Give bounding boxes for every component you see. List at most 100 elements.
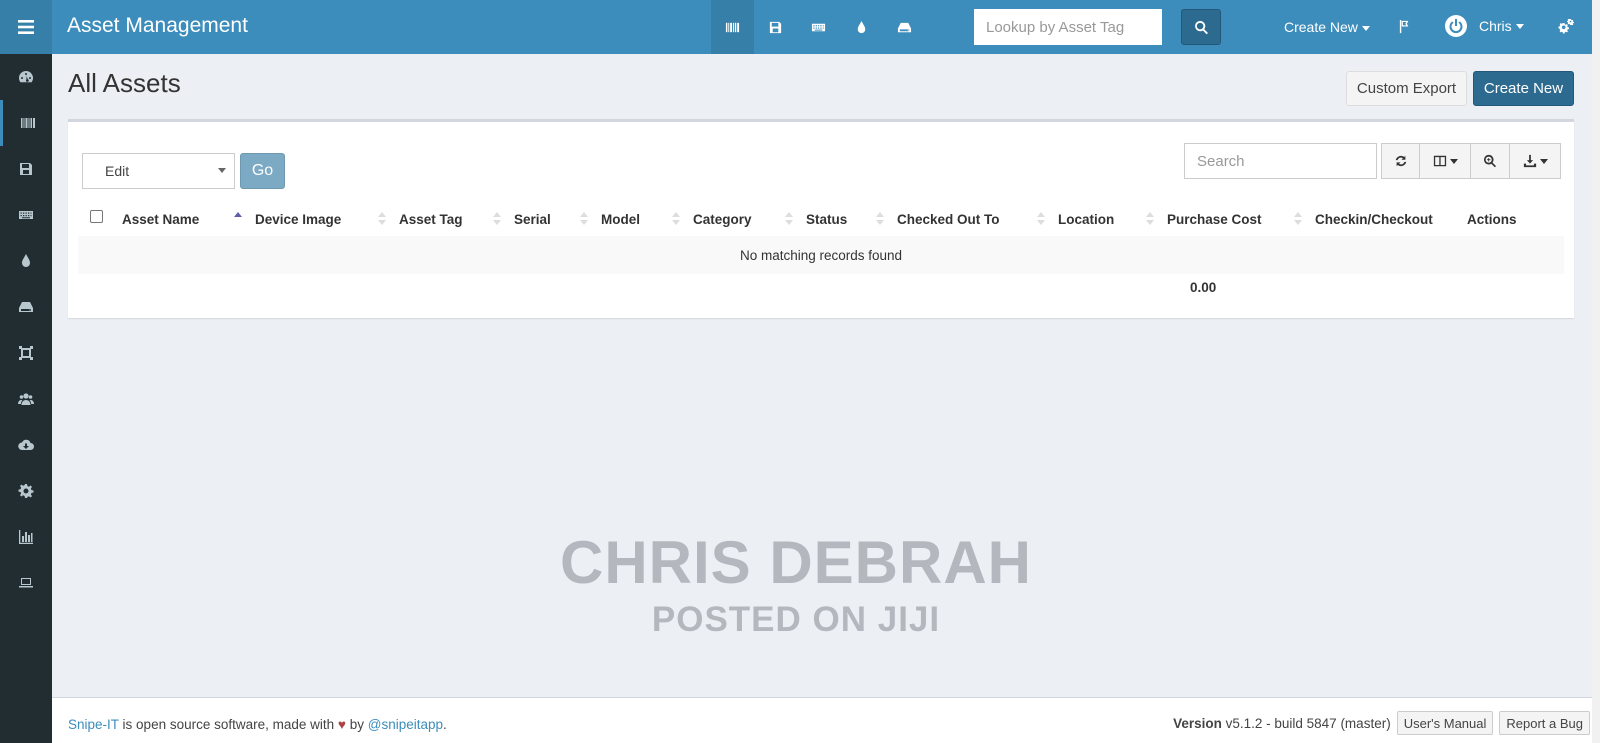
lookup-search-button[interactable] — [1181, 9, 1221, 45]
chevron-down-icon — [1515, 23, 1524, 29]
watermark-line-1: CHRIS DEBRAH — [0, 528, 1600, 597]
empty-table-message: No matching records found — [78, 236, 1564, 274]
export-button[interactable] — [1509, 143, 1561, 179]
column-location[interactable]: Location — [1058, 206, 1114, 236]
version-value: v5.1.2 - build 5847 (master) — [1225, 715, 1391, 731]
refresh-icon — [1395, 155, 1406, 167]
sidebar-item-components[interactable] — [0, 284, 52, 330]
admin-settings-toggle[interactable] — [1558, 18, 1574, 40]
column-purchase-cost[interactable]: Purchase Cost — [1167, 206, 1262, 236]
alerts-flag[interactable] — [1398, 19, 1413, 39]
sidebar-item-settings[interactable] — [0, 468, 52, 514]
column-status[interactable]: Status — [806, 206, 847, 236]
watermark-text-2: POSTED ON JIJI — [651, 600, 941, 639]
footer-period: . — [443, 717, 447, 732]
sort-icon — [1146, 212, 1154, 228]
column-serial[interactable]: Serial — [514, 206, 551, 236]
assets-table-box: Edit Go Asset Name Device Image Asset Ta… — [68, 119, 1574, 318]
footer-version-area: Version v5.1.2 - build 5847 (master) Use… — [1173, 711, 1590, 735]
watermark-line-2: POSTED ON JIJI — [0, 600, 1600, 640]
refresh-button[interactable] — [1381, 143, 1420, 179]
purchase-cost-total: 0.00 — [1190, 280, 1217, 295]
custom-export-button[interactable]: Custom Export — [1346, 71, 1467, 106]
create-new-button[interactable]: Create New — [1473, 71, 1574, 106]
sort-icon — [1294, 212, 1302, 228]
sidebar-item-kits[interactable] — [0, 330, 52, 376]
user-menu[interactable]: Chris — [1445, 15, 1524, 37]
table-search-input[interactable] — [1184, 143, 1377, 179]
footer-by: by — [349, 717, 364, 732]
asset-tag-lookup-input[interactable] — [974, 9, 1162, 45]
sidebar-item-accessories[interactable] — [0, 192, 52, 238]
sidebar-item-people[interactable] — [0, 376, 52, 422]
avatar — [1445, 15, 1467, 37]
quick-link-accessories[interactable] — [797, 0, 840, 54]
quick-link-licenses[interactable] — [754, 0, 797, 54]
quick-link-assets[interactable] — [711, 0, 754, 54]
quick-link-consumables[interactable] — [840, 0, 883, 54]
zoom-in-icon — [1484, 154, 1497, 168]
footer-credits: Snipe-IT is open source software, made w… — [68, 717, 447, 732]
columns-icon — [1433, 155, 1446, 167]
sort-asc-icon — [234, 212, 242, 228]
version-label: Version — [1173, 715, 1222, 731]
gears-icon — [1558, 18, 1574, 34]
column-device-image[interactable]: Device Image — [255, 206, 341, 236]
advanced-search-button[interactable] — [1470, 143, 1510, 179]
column-asset-tag[interactable]: Asset Tag — [399, 206, 463, 236]
sidebar-item-import[interactable] — [0, 422, 52, 468]
column-model[interactable]: Model — [601, 206, 640, 236]
keyboard-icon — [811, 23, 826, 31]
search-icon — [1194, 20, 1208, 34]
hamburger-icon — [18, 20, 34, 34]
kit-icon — [19, 346, 33, 360]
report-bug-button[interactable]: Report a Bug — [1499, 711, 1590, 735]
table-header: Asset Name Device Image Asset Tag Serial… — [80, 206, 1564, 236]
heart-icon: ♥ — [337, 717, 346, 732]
sort-icon — [785, 212, 793, 228]
keyboard-icon — [19, 211, 33, 219]
flag-icon — [1399, 19, 1409, 34]
droplet-icon — [857, 20, 866, 33]
hdd-icon — [897, 22, 912, 32]
users-manual-button[interactable]: User's Manual — [1396, 711, 1494, 735]
sidebar-toggle[interactable] — [0, 0, 52, 54]
columns-toggle-button[interactable] — [1419, 143, 1471, 179]
brand-title[interactable]: Asset Management — [67, 14, 248, 38]
bulk-go-button[interactable]: Go — [240, 153, 285, 189]
snipeit-link[interactable]: Snipe-IT — [68, 717, 119, 732]
bulk-action-select[interactable]: Edit — [82, 153, 235, 189]
sort-icon — [493, 212, 501, 228]
top-navbar: Asset Management Create New Chris — [52, 0, 1600, 54]
sort-icon — [378, 212, 386, 228]
bulk-action-value: Edit — [105, 163, 130, 179]
quick-link-components[interactable] — [883, 0, 926, 54]
barcode-icon — [20, 118, 35, 128]
sidebar-item-assets[interactable] — [0, 100, 52, 146]
dashboard-icon — [19, 71, 33, 83]
column-actions: Actions — [1467, 212, 1517, 227]
version-info: Version v5.1.2 - build 5847 (master) — [1173, 716, 1391, 731]
chevron-down-icon — [1539, 158, 1548, 164]
sort-icon — [672, 212, 680, 228]
create-new-dropdown[interactable]: Create New — [1284, 19, 1370, 35]
column-checked-out-to[interactable]: Checked Out To — [897, 206, 1000, 236]
sort-icon — [876, 212, 884, 228]
watermark-text-1: CHRIS DEBRAH — [559, 529, 1033, 596]
power-icon — [1449, 19, 1463, 34]
scrollbar-track[interactable] — [1592, 0, 1600, 743]
barcode-icon — [725, 22, 740, 32]
droplet-icon — [22, 254, 30, 267]
user-name: Chris — [1479, 18, 1512, 34]
sidebar-item-licenses[interactable] — [0, 146, 52, 192]
select-all-checkbox[interactable] — [90, 210, 103, 223]
chevron-down-icon — [1361, 25, 1370, 31]
column-asset-name[interactable]: Asset Name — [122, 206, 199, 236]
column-category[interactable]: Category — [693, 206, 752, 236]
sidebar-item-dashboard[interactable] — [0, 54, 52, 100]
snipeitapp-link[interactable]: @snipeitapp — [368, 717, 443, 732]
chevron-down-icon — [218, 168, 226, 173]
sidebar-item-consumables[interactable] — [0, 238, 52, 284]
cloud-download-icon — [18, 439, 34, 450]
hdd-icon — [19, 302, 33, 312]
